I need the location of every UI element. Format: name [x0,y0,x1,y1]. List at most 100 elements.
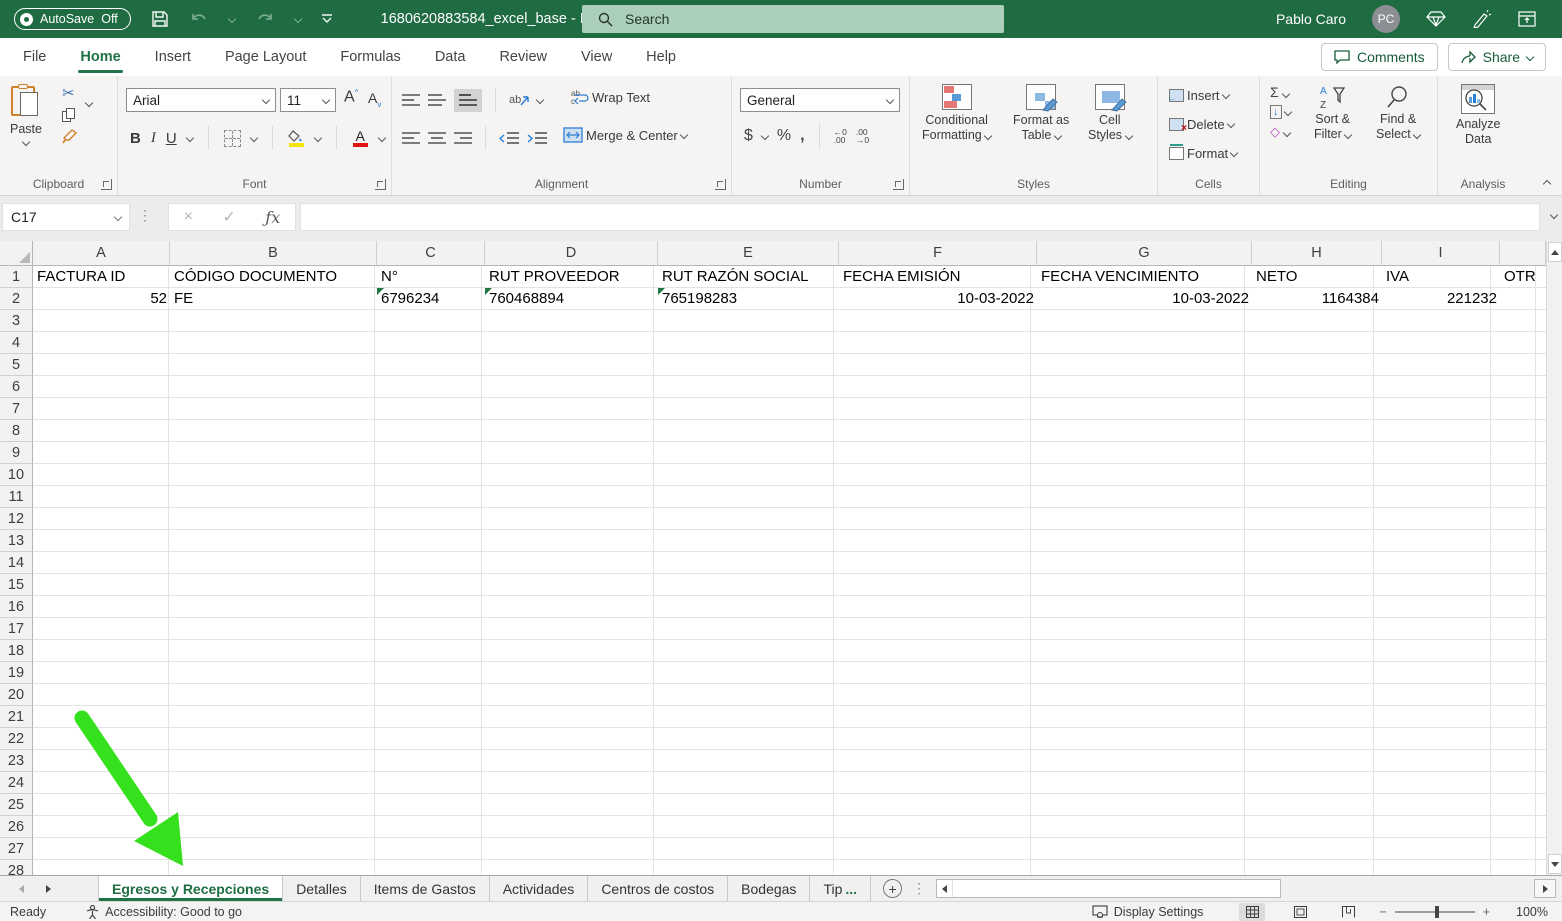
font-color-icon[interactable]: A [352,129,369,147]
copy-icon[interactable] [62,108,76,123]
row-header-7[interactable]: 7 [0,398,33,420]
orientation-icon[interactable]: ab [509,92,529,108]
scroll-up-button[interactable] [1548,242,1562,262]
quick-access-toolbar-icon[interactable] [321,14,333,24]
scroll-left-button[interactable] [937,880,954,897]
redo-icon[interactable] [255,11,275,27]
formula-input[interactable] [300,203,1540,231]
row-header-21[interactable]: 21 [0,706,33,728]
ribbon-tab-view[interactable]: View [564,38,629,76]
cell-E1[interactable]: RUT RAZÓN SOCIAL [658,266,840,288]
page-break-view-button[interactable] [1335,903,1361,921]
borders-dropdown-icon[interactable] [249,133,258,143]
column-header-I[interactable]: I [1382,241,1500,266]
column-header-D[interactable]: D [485,241,658,266]
redo-dropdown-icon[interactable] [293,14,302,24]
insert-cells-button[interactable]: ← Insert [1166,84,1232,106]
row-header-24[interactable]: 24 [0,772,33,794]
autosave-toggle[interactable]: AutoSave Off [14,8,131,30]
conditional-formatting-button[interactable]: Conditional Formatting [922,84,993,143]
cell-D1[interactable]: RUT PROVEEDOR [485,266,659,288]
ribbon-display-options-icon[interactable] [1518,11,1536,27]
name-box[interactable]: C17 [2,203,130,231]
insert-function-icon[interactable]: ƒx [265,208,280,227]
column-header-H[interactable]: H [1252,241,1382,266]
new-sheet-button[interactable]: + [883,879,903,898]
row-header-14[interactable]: 14 [0,552,33,574]
share-button[interactable]: Share [1447,43,1546,71]
search-input[interactable]: Search [582,5,1004,33]
cell-E2[interactable]: 765198283 [658,288,840,310]
number-dialog-launcher[interactable] [893,179,904,190]
row-header-1[interactable]: 1 [0,266,33,288]
row-header-23[interactable]: 23 [0,750,33,772]
column-header-C[interactable]: C [377,241,485,266]
cell-B2[interactable]: FE [170,288,378,310]
cell-I2[interactable]: 221232 [1382,288,1501,310]
row-header-17[interactable]: 17 [0,618,33,640]
align-middle-icon[interactable] [428,93,446,108]
tabbar-resize-handle[interactable]: ⋮ [912,880,926,897]
row-header-26[interactable]: 26 [0,816,33,838]
cell-F1[interactable]: FECHA EMISIÓN [839,266,1038,288]
ribbon-tab-page-layout[interactable]: Page Layout [208,38,323,76]
align-top-icon[interactable] [402,93,420,108]
font-dialog-launcher[interactable] [375,179,386,190]
borders-icon[interactable] [223,129,241,147]
percent-style-icon[interactable]: % [777,127,791,145]
align-bottom-icon[interactable] [454,88,482,112]
cell-J1[interactable]: OTR [1500,266,1546,288]
autosum-icon[interactable]: Σ [1270,84,1291,100]
save-icon[interactable] [151,10,169,28]
vertical-scrollbar[interactable] [1546,241,1562,875]
increase-indent-icon[interactable] [527,131,547,146]
sheet-tab-tip[interactable]: Tip... [810,876,872,901]
ribbon-tab-help[interactable]: Help [629,38,693,76]
accounting-format-icon[interactable]: $ [744,127,753,145]
increase-decimal-icon[interactable]: ←0.00 [834,128,847,145]
row-header-13[interactable]: 13 [0,530,33,552]
sheet-tab-bodegas[interactable]: Bodegas [728,876,811,901]
cell-C1[interactable]: N° [377,266,486,288]
undo-dropdown-icon[interactable] [227,14,236,24]
row-header-27[interactable]: 27 [0,838,33,860]
cell-D2[interactable]: 760468894 [485,288,659,310]
scroll-right-button[interactable] [1534,879,1556,898]
decrease-font-icon[interactable]: Av [368,90,381,109]
row-header-11[interactable]: 11 [0,486,33,508]
editor-pen-icon[interactable] [1472,10,1492,28]
ribbon-tab-file[interactable]: File [6,38,63,76]
underline-button[interactable]: U [166,130,177,147]
cell-G1[interactable]: FECHA VENCIMIENTO [1037,266,1253,288]
sheet-nav-left-icon[interactable] [8,876,35,901]
comments-button[interactable]: Comments [1320,43,1438,71]
analyze-data-button[interactable]: Analyze Data [1456,84,1500,147]
column-header-partial[interactable] [1500,241,1546,266]
sheet-tab-items-de-gastos[interactable]: Items de Gastos [361,876,490,901]
alignment-dialog-launcher[interactable] [715,179,726,190]
accounting-dropdown-icon[interactable] [760,131,770,141]
align-left-icon[interactable] [402,131,420,146]
row-header-22[interactable]: 22 [0,728,33,750]
cell-A1[interactable]: FACTURA ID [33,266,171,288]
cell-styles-button[interactable]: Cell Styles [1088,84,1133,143]
zoom-level[interactable]: 100% [1516,905,1548,919]
increase-font-icon[interactable]: A^ [344,88,358,106]
column-header-A[interactable]: A [33,241,170,266]
ribbon-tab-formulas[interactable]: Formulas [323,38,417,76]
cell-G2[interactable]: 10-03-2022 [1037,288,1253,310]
formula-bar-resize-handle[interactable]: ⋮ [138,207,152,224]
merge-center-button[interactable]: Merge & Center [560,124,690,146]
row-headers[interactable]: 1 2 3 4 5 6 7 8 9 10 11 12 13 14 15 16 17 18 19 20 21 22 23 24 2… [0,266,33,875]
align-right-icon[interactable] [454,131,472,146]
cell-F2[interactable]: 10-03-2022 [839,288,1038,310]
worksheet-grid[interactable]: ABCDEFGHI 1 2 3 4 5 6 7 8 9 10 11 12 13 14 15 16 17 18 19 2… [0,241,1546,875]
row-header-16[interactable]: 16 [0,596,33,618]
accessibility-status[interactable]: Accessibility: Good to go [86,904,242,919]
font-name-select[interactable]: Arial [126,88,276,112]
normal-view-button[interactable] [1239,902,1266,921]
undo-icon[interactable] [189,11,209,27]
zoom-slider[interactable] [1394,905,1475,918]
sheet-tab-centros-de-costos[interactable]: Centros de costos [588,876,729,901]
format-cells-button[interactable]: Format [1166,142,1240,164]
